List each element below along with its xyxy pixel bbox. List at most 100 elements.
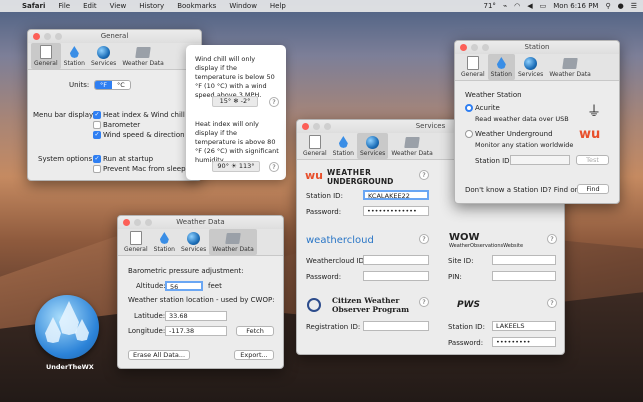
cwop-registration-input[interactable] [363,321,429,331]
tab-services[interactable]: Services [357,133,389,159]
weathercloud-password-input[interactable] [363,271,429,281]
general-icon [466,56,479,70]
barometer-checkbox[interactable] [93,121,101,129]
wow-pin-input[interactable] [492,271,556,281]
export-button[interactable]: Export... [234,350,274,360]
tab-weather-data[interactable]: Weather Data [119,43,167,69]
zoom-button[interactable] [324,123,331,130]
sleep-checkbox[interactable] [93,165,101,173]
weather-underground-radio[interactable] [465,130,473,138]
station-titlebar[interactable]: Station [455,41,619,54]
pws-password-input[interactable]: ••••••••• [492,337,556,347]
cwop-logo-text: Observer Program [332,305,409,314]
station-id-input[interactable] [510,155,570,165]
tab-services[interactable]: Services [515,54,546,80]
clock[interactable]: Mon 6:16 PM [553,2,598,10]
tab-general[interactable]: General [121,229,151,255]
zoom-button[interactable] [55,33,62,40]
globe-icon [366,135,380,149]
weather-underground-logo: wu [305,169,323,182]
fetch-button[interactable]: Fetch [236,326,274,336]
erase-all-data-button[interactable]: Erase All Data... [128,350,190,360]
zoom-button[interactable] [482,44,489,51]
menu-bookmarks[interactable]: Bookmarks [177,2,216,10]
help-button[interactable]: ? [419,297,429,307]
tab-services[interactable]: Services [88,43,119,69]
altitude-input[interactable]: 56 [165,281,203,291]
wu-password-input[interactable]: ••••••••••••• [363,206,429,216]
help-button[interactable]: ? [269,97,279,107]
menu-help[interactable]: Help [270,2,286,10]
weather-data-titlebar[interactable]: Weather Data [118,216,283,229]
pws-station-label: Station ID: [448,323,485,331]
test-button[interactable]: Test [576,155,609,165]
pws-station-input[interactable]: LAKEELS [492,321,556,331]
units-segmented[interactable]: °F °C [94,80,131,90]
wu-station-input[interactable]: KCALAKEE22 [363,190,429,200]
startup-checkbox[interactable]: ✓ [93,155,101,163]
weather-data-window: Weather Data General Station Services We… [117,215,284,369]
heat-index-checkbox[interactable]: ✓ [93,111,101,119]
tab-general[interactable]: General [31,43,61,69]
wow-logo: WOW [449,232,480,243]
user-icon[interactable]: ● [618,2,624,10]
help-button[interactable]: ? [547,298,557,308]
minimize-button[interactable] [313,123,320,130]
minimize-button[interactable] [471,44,478,51]
tab-weather-data[interactable]: Weather Data [388,133,436,159]
close-button[interactable] [33,33,40,40]
tab-weather-data[interactable]: Weather Data [209,229,257,255]
wow-site-input[interactable] [492,255,556,265]
tab-general[interactable]: General [458,54,488,80]
volume-icon[interactable]: ◀ [527,2,532,10]
battery-icon[interactable]: ▭ [540,2,547,10]
unit-c-option[interactable]: °C [112,81,130,89]
weather-menu-icon[interactable]: ⌁ [503,2,507,10]
app-icon[interactable] [35,295,99,359]
weathercloud-logo: weathercloud [306,235,374,246]
wind-checkbox[interactable]: ✓ [93,131,101,139]
wu-station-label: Station ID: [306,192,343,200]
tab-station[interactable]: Station [487,54,515,80]
tab-weather-data[interactable]: Weather Data [546,54,594,80]
weather-underground-icon: wu [579,127,601,142]
minimize-button[interactable] [134,219,141,226]
drop-icon [338,136,348,148]
acurite-radio[interactable] [465,104,473,112]
find-station-label: Don't know a Station ID? Find one: [465,186,586,194]
menu-history[interactable]: History [139,2,164,10]
temperature-status[interactable]: 71° [484,2,496,10]
help-button[interactable]: ? [419,234,429,244]
toolbar: General Station Services Weather Data [455,54,619,81]
menu-view[interactable]: View [110,2,127,10]
menu-app-name[interactable]: Safari [22,2,45,10]
wifi-icon[interactable]: ◠ [514,2,520,10]
menu-window[interactable]: Window [229,2,257,10]
close-button[interactable] [302,123,309,130]
help-button[interactable]: ? [269,162,279,172]
find-button[interactable]: Find [577,184,609,194]
tab-station[interactable]: Station [61,43,88,69]
zoom-button[interactable] [145,219,152,226]
tab-services[interactable]: Services [178,229,209,255]
menu-edit[interactable]: Edit [83,2,97,10]
close-button[interactable] [460,44,467,51]
unit-f-option[interactable]: °F [95,81,112,89]
notification-center-icon[interactable]: ☰ [631,2,637,10]
close-button[interactable] [123,219,130,226]
general-titlebar[interactable]: General [28,30,201,43]
help-button[interactable]: ? [419,170,429,180]
tab-station[interactable]: Station [151,229,178,255]
latitude-input[interactable]: 33.68 [165,311,227,321]
tab-station[interactable]: Station [330,133,357,159]
spotlight-icon[interactable]: ⚲ [605,2,610,10]
weathercloud-id-input[interactable] [363,255,429,265]
window-title: General [100,32,129,40]
help-button[interactable]: ? [547,234,557,244]
wu-logo-text: WEATHER [327,168,372,177]
app-icon-label: UnderTheWX [46,363,94,371]
tab-general[interactable]: General [300,133,330,159]
minimize-button[interactable] [44,33,51,40]
menu-file[interactable]: File [58,2,70,10]
longitude-input[interactable]: -117.38 [165,326,227,336]
